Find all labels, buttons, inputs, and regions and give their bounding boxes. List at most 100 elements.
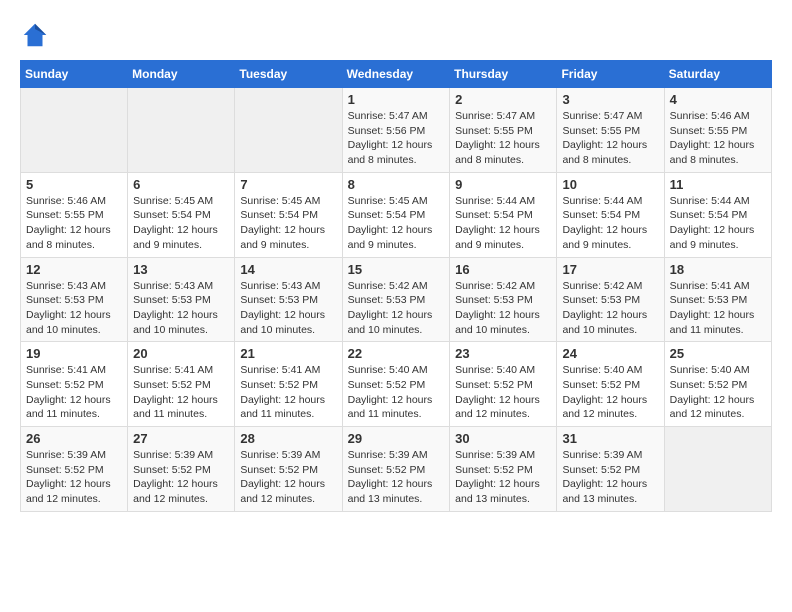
header [20, 20, 772, 50]
weekday-header-sunday: Sunday [21, 61, 128, 88]
day-number: 18 [670, 262, 766, 277]
calendar-cell: 30Sunrise: 5:39 AM Sunset: 5:52 PM Dayli… [450, 427, 557, 512]
calendar-cell: 7Sunrise: 5:45 AM Sunset: 5:54 PM Daylig… [235, 172, 342, 257]
day-info: Sunrise: 5:39 AM Sunset: 5:52 PM Dayligh… [240, 448, 336, 507]
calendar-cell [235, 88, 342, 173]
day-number: 19 [26, 346, 122, 361]
weekday-header-friday: Friday [557, 61, 664, 88]
day-number: 17 [562, 262, 658, 277]
day-info: Sunrise: 5:47 AM Sunset: 5:55 PM Dayligh… [562, 109, 658, 168]
day-number: 22 [348, 346, 445, 361]
calendar-cell: 11 Sunrise: 5:44 AM Sunset: 5:54 PM Dayli… [664, 172, 771, 257]
calendar-cell: 26 Sunrise: 5:39 AM Sunset: 5:52 PM Dayli… [21, 427, 128, 512]
day-info: Sunrise: 5:39 AM Sunset: 5:52 PM Dayligh… [348, 448, 445, 507]
calendar-cell: 21 Sunrise: 5:41 AM Sunset: 5:52 PM Dayli… [235, 342, 342, 427]
day-number: 31 [562, 431, 658, 446]
day-number: 27 [133, 431, 229, 446]
day-info: Sunrise: 5:43 AM Sunset: 5:53 PM Dayligh… [240, 279, 336, 338]
day-number: 6 [133, 177, 229, 192]
day-info: Sunrise: 5:39 AM Sunset: 5:52 PM Dayligh… [26, 448, 122, 507]
day-info: Sunrise: 5:40 AM Sunset: 5:52 PM Dayligh… [455, 363, 551, 422]
calendar-cell: 6 Sunrise: 5:45 AM Sunset: 5:54 PM Daylig… [128, 172, 235, 257]
calendar-cell [21, 88, 128, 173]
day-number: 16 [455, 262, 551, 277]
day-number: 25 [670, 346, 766, 361]
day-info: Sunrise: 5:40 AM Sunset: 5:52 PM Dayligh… [670, 363, 766, 422]
day-number: 29 [348, 431, 445, 446]
day-info: Sunrise: 5:42 AM Sunset: 5:53 PM Dayligh… [348, 279, 445, 338]
calendar-cell: 31Sunrise: 5:39 AM Sunset: 5:52 PM Dayli… [557, 427, 664, 512]
day-number: 12 [26, 262, 122, 277]
calendar-cell: 10Sunrise: 5:44 AM Sunset: 5:54 PM Dayli… [557, 172, 664, 257]
calendar-week-row: 1 Sunrise: 5:47 AM Sunset: 5:56 PM Daylig… [21, 88, 772, 173]
day-info: Sunrise: 5:41 AM Sunset: 5:52 PM Dayligh… [26, 363, 122, 422]
calendar-cell: 18 Sunrise: 5:41 AM Sunset: 5:53 PM Dayli… [664, 257, 771, 342]
calendar-cell: 22 Sunrise: 5:40 AM Sunset: 5:52 PM Dayli… [342, 342, 450, 427]
calendar-cell: 23 Sunrise: 5:40 AM Sunset: 5:52 PM Dayli… [450, 342, 557, 427]
day-number: 10 [562, 177, 658, 192]
calendar-cell: 25 Sunrise: 5:40 AM Sunset: 5:52 PM Dayli… [664, 342, 771, 427]
calendar-cell: 24Sunrise: 5:40 AM Sunset: 5:52 PM Dayli… [557, 342, 664, 427]
calendar-cell: 3 Sunrise: 5:47 AM Sunset: 5:55 PM Daylig… [557, 88, 664, 173]
calendar-cell: 2Sunrise: 5:47 AM Sunset: 5:55 PM Daylig… [450, 88, 557, 173]
calendar-cell: 29 Sunrise: 5:39 AM Sunset: 5:52 PM Dayli… [342, 427, 450, 512]
calendar-cell: 9 Sunrise: 5:44 AM Sunset: 5:54 PM Daylig… [450, 172, 557, 257]
day-number: 28 [240, 431, 336, 446]
day-info: Sunrise: 5:44 AM Sunset: 5:54 PM Dayligh… [455, 194, 551, 253]
calendar-cell: 1 Sunrise: 5:47 AM Sunset: 5:56 PM Daylig… [342, 88, 450, 173]
day-number: 11 [670, 177, 766, 192]
calendar-cell: 15 Sunrise: 5:42 AM Sunset: 5:53 PM Dayli… [342, 257, 450, 342]
calendar-cell: 8 Sunrise: 5:45 AM Sunset: 5:54 PM Daylig… [342, 172, 450, 257]
day-number: 9 [455, 177, 551, 192]
calendar-cell: 19 Sunrise: 5:41 AM Sunset: 5:52 PM Dayli… [21, 342, 128, 427]
day-number: 4 [670, 92, 766, 107]
day-number: 21 [240, 346, 336, 361]
calendar-cell: 13 Sunrise: 5:43 AM Sunset: 5:53 PM Dayli… [128, 257, 235, 342]
day-info: Sunrise: 5:42 AM Sunset: 5:53 PM Dayligh… [562, 279, 658, 338]
day-info: Sunrise: 5:45 AM Sunset: 5:54 PM Dayligh… [133, 194, 229, 253]
calendar-week-row: 5Sunrise: 5:46 AM Sunset: 5:55 PM Daylig… [21, 172, 772, 257]
calendar-cell: 28 Sunrise: 5:39 AM Sunset: 5:52 PM Dayli… [235, 427, 342, 512]
calendar-week-row: 19 Sunrise: 5:41 AM Sunset: 5:52 PM Dayli… [21, 342, 772, 427]
day-info: Sunrise: 5:40 AM Sunset: 5:52 PM Dayligh… [348, 363, 445, 422]
weekday-header-saturday: Saturday [664, 61, 771, 88]
day-number: 20 [133, 346, 229, 361]
day-info: Sunrise: 5:45 AM Sunset: 5:54 PM Dayligh… [348, 194, 445, 253]
calendar-table: SundayMondayTuesdayWednesdayThursdayFrid… [20, 60, 772, 512]
logo-icon [20, 20, 50, 50]
weekday-header-row: SundayMondayTuesdayWednesdayThursdayFrid… [21, 61, 772, 88]
day-info: Sunrise: 5:43 AM Sunset: 5:53 PM Dayligh… [26, 279, 122, 338]
day-info: Sunrise: 5:41 AM Sunset: 5:52 PM Dayligh… [133, 363, 229, 422]
day-number: 26 [26, 431, 122, 446]
day-number: 5 [26, 177, 122, 192]
weekday-header-monday: Monday [128, 61, 235, 88]
day-info: Sunrise: 5:43 AM Sunset: 5:53 PM Dayligh… [133, 279, 229, 338]
day-number: 24 [562, 346, 658, 361]
calendar-cell: 17 Sunrise: 5:42 AM Sunset: 5:53 PM Dayli… [557, 257, 664, 342]
day-number: 1 [348, 92, 445, 107]
day-number: 3 [562, 92, 658, 107]
calendar-cell [128, 88, 235, 173]
day-info: Sunrise: 5:41 AM Sunset: 5:53 PM Dayligh… [670, 279, 766, 338]
day-info: Sunrise: 5:44 AM Sunset: 5:54 PM Dayligh… [670, 194, 766, 253]
day-number: 23 [455, 346, 551, 361]
calendar-cell: 27 Sunrise: 5:39 AM Sunset: 5:52 PM Dayli… [128, 427, 235, 512]
day-info: Sunrise: 5:46 AM Sunset: 5:55 PM Dayligh… [670, 109, 766, 168]
calendar-cell [664, 427, 771, 512]
calendar-cell: 14 Sunrise: 5:43 AM Sunset: 5:53 PM Dayli… [235, 257, 342, 342]
calendar-cell: 12 Sunrise: 5:43 AM Sunset: 5:53 PM Dayli… [21, 257, 128, 342]
day-info: Sunrise: 5:45 AM Sunset: 5:54 PM Dayligh… [240, 194, 336, 253]
day-info: Sunrise: 5:47 AM Sunset: 5:56 PM Dayligh… [348, 109, 445, 168]
day-info: Sunrise: 5:41 AM Sunset: 5:52 PM Dayligh… [240, 363, 336, 422]
logo [20, 20, 54, 50]
day-number: 13 [133, 262, 229, 277]
day-number: 8 [348, 177, 445, 192]
day-info: Sunrise: 5:39 AM Sunset: 5:52 PM Dayligh… [133, 448, 229, 507]
weekday-header-thursday: Thursday [450, 61, 557, 88]
calendar-cell: 5Sunrise: 5:46 AM Sunset: 5:55 PM Daylig… [21, 172, 128, 257]
calendar-cell: 4 Sunrise: 5:46 AM Sunset: 5:55 PM Daylig… [664, 88, 771, 173]
day-number: 2 [455, 92, 551, 107]
calendar-week-row: 26 Sunrise: 5:39 AM Sunset: 5:52 PM Dayli… [21, 427, 772, 512]
day-number: 15 [348, 262, 445, 277]
day-number: 14 [240, 262, 336, 277]
